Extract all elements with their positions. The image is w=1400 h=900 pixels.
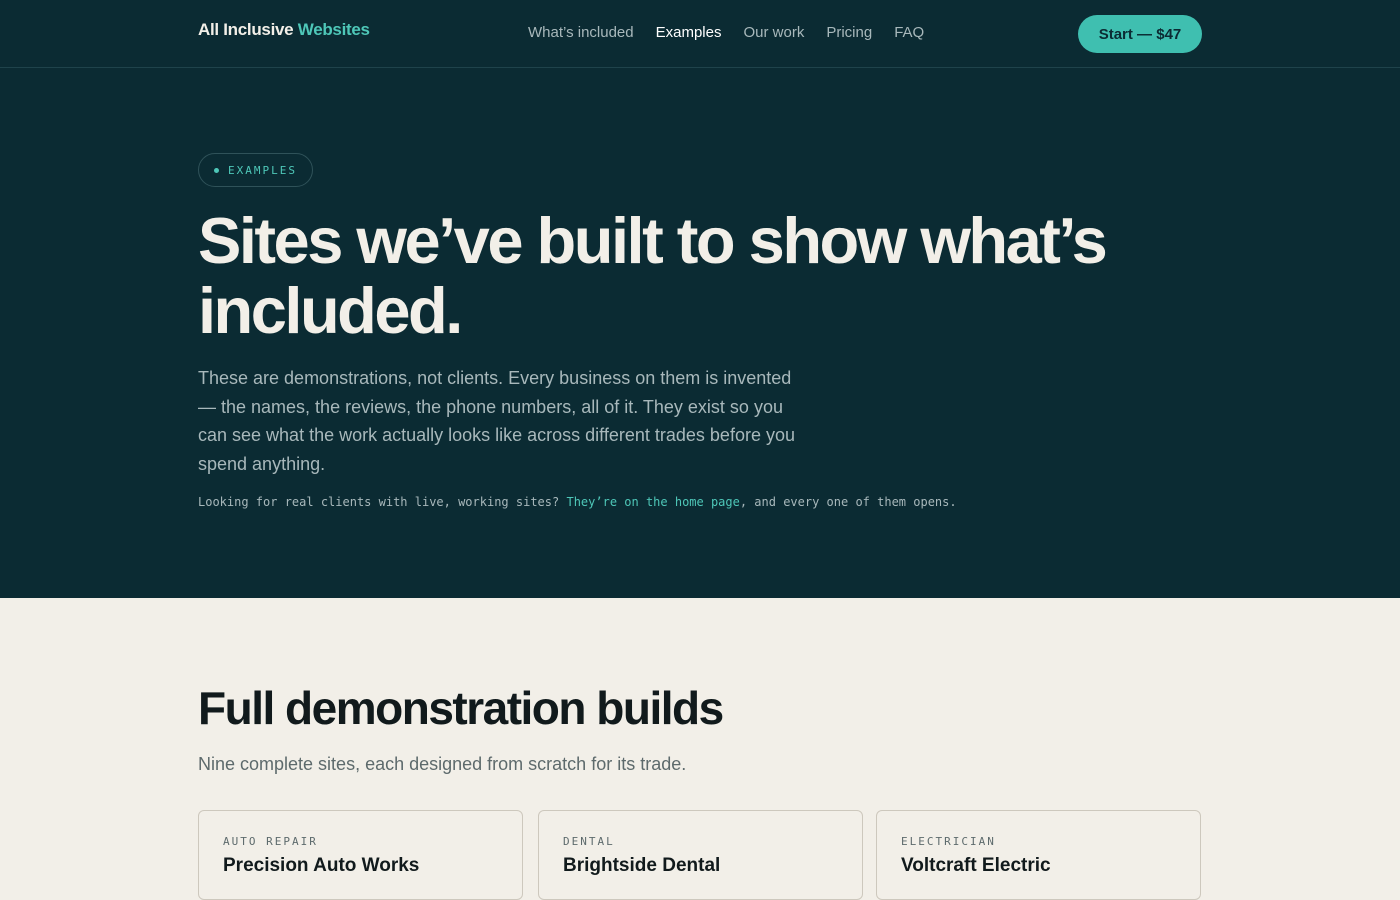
hero-title: Sites we’ve built to show what’s include… xyxy=(198,204,1108,347)
card-category: DENTAL xyxy=(563,835,615,848)
hero-note: Looking for real clients with live, work… xyxy=(198,495,957,509)
build-card-electrician[interactable]: ELECTRICIAN Voltcraft Electric xyxy=(876,810,1201,900)
hero-section: EXAMPLES Sites we’ve built to show what’… xyxy=(0,68,1400,598)
nav-link-pricing[interactable]: Pricing xyxy=(826,24,872,41)
top-nav: All Inclusive Websites What’s included E… xyxy=(0,0,1400,68)
nav-link-faq[interactable]: FAQ xyxy=(894,24,924,41)
examples-pill: EXAMPLES xyxy=(198,153,313,187)
note-text-after: , and every one of them opens. xyxy=(739,495,957,509)
brand-accent: Websites xyxy=(297,20,370,39)
note-text-before: Looking for real clients with live, work… xyxy=(198,495,567,509)
nav-links: What’s included Examples Our work Pricin… xyxy=(528,24,924,41)
nav-link-our-work[interactable]: Our work xyxy=(743,24,804,41)
dot-icon xyxy=(214,167,219,173)
nav-link-examples[interactable]: Examples xyxy=(656,24,722,41)
hero-lede: These are demonstrations, not clients. E… xyxy=(198,368,795,474)
home-page-link[interactable]: They’re on the home page xyxy=(566,495,739,509)
pill-label: EXAMPLES xyxy=(228,163,297,177)
card-category: AUTO REPAIR xyxy=(223,835,318,848)
start-button[interactable]: Start — $47 xyxy=(1078,15,1202,53)
builds-title: Full demonstration builds xyxy=(198,682,724,734)
nav-link-whats-included[interactable]: What’s included xyxy=(528,24,634,41)
builds-subtitle: Nine complete sites, each designed from … xyxy=(198,754,687,774)
brand-main: All Inclusive xyxy=(198,20,294,39)
card-category: ELECTRICIAN xyxy=(901,835,996,848)
brand-logo[interactable]: All Inclusive Websites xyxy=(198,20,370,40)
card-name: Voltcraft Electric xyxy=(901,855,1051,876)
build-card-dental[interactable]: DENTAL Brightside Dental xyxy=(538,810,863,900)
build-card-auto-repair[interactable]: AUTO REPAIR Precision Auto Works xyxy=(198,810,523,900)
card-name: Precision Auto Works xyxy=(223,855,420,876)
card-name: Brightside Dental xyxy=(563,855,721,876)
